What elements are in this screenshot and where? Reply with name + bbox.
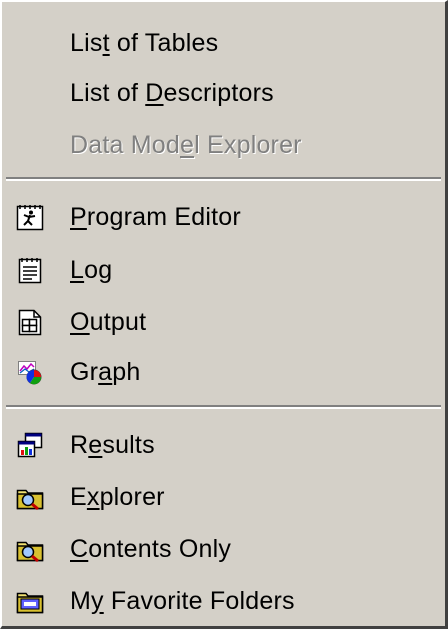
menu-item-label: Log — [70, 255, 113, 284]
menu-item-contents-only[interactable]: Contents Only — [4, 526, 443, 572]
view-menu: List of Tables List of Descriptors Data … — [0, 0, 448, 629]
explorer-icon — [16, 483, 44, 511]
program-editor-icon — [16, 203, 44, 231]
menu-item-list-of-tables[interactable]: List of Tables — [4, 20, 443, 66]
menu-item-label: Output — [70, 307, 147, 336]
menu-item-results[interactable]: Results — [4, 422, 443, 468]
output-icon — [16, 308, 44, 336]
graph-icon — [16, 358, 44, 386]
menu-separator — [6, 405, 441, 409]
menu-item-explorer[interactable]: Explorer — [4, 474, 443, 520]
menu-item-label: Program Editor — [70, 202, 241, 231]
menu-item-label: Results — [70, 430, 155, 459]
menu-item-label: Contents Only — [70, 534, 232, 563]
menu-item-label: List of Tables — [70, 28, 219, 57]
favorite-folders-icon — [16, 587, 44, 615]
menu-item-label: Graph — [70, 357, 141, 386]
menu-separator — [6, 177, 441, 181]
log-icon — [16, 256, 44, 284]
menu-item-data-model-explorer: Data Model Explorer — [4, 122, 443, 168]
menu-item-label: Explorer — [70, 482, 165, 511]
menu-item-label: List of Descriptors — [70, 78, 274, 107]
contents-only-icon — [16, 535, 44, 563]
menu-item-label: Data Model Explorer — [70, 130, 302, 159]
menu-item-list-of-descriptors[interactable]: List of Descriptors — [4, 70, 443, 116]
menu-item-graph[interactable]: Graph — [4, 349, 443, 395]
menu-item-label: My Favorite Folders — [70, 586, 295, 615]
menu-item-program-editor[interactable]: Program Editor — [4, 194, 443, 240]
menu-item-my-favorite-folders[interactable]: My Favorite Folders — [4, 578, 443, 624]
menu-item-log[interactable]: Log — [4, 247, 443, 293]
results-icon — [16, 431, 44, 459]
menu-item-output[interactable]: Output — [4, 299, 443, 345]
